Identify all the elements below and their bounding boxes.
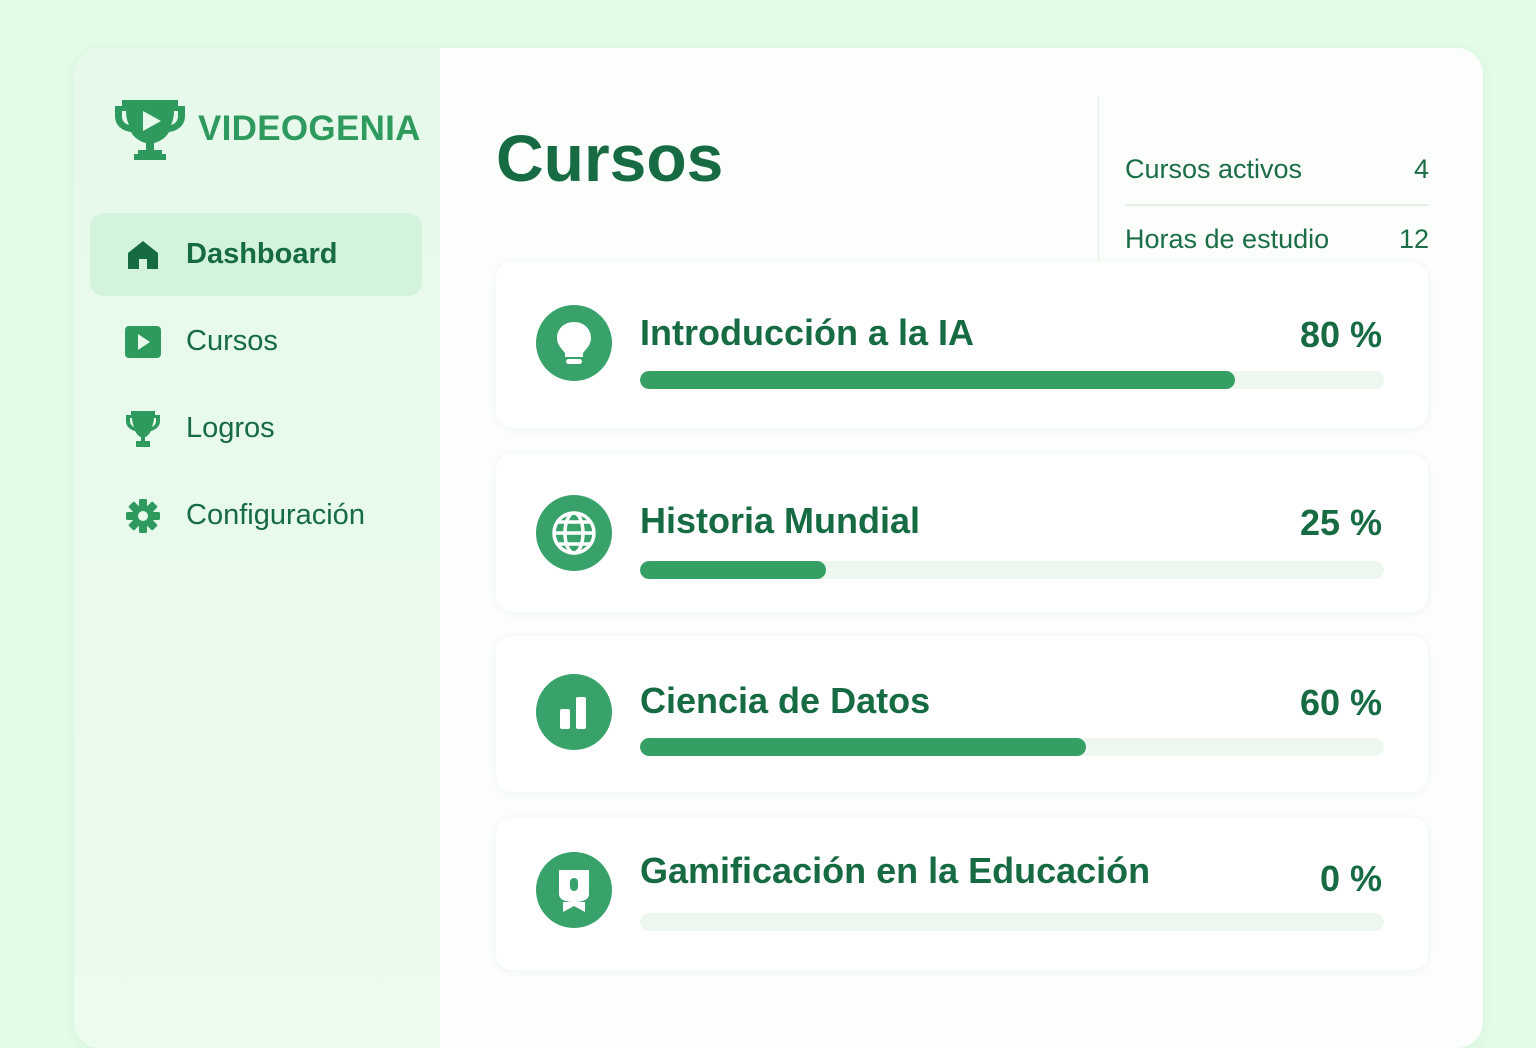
sidebar-item-label: Cursos <box>186 325 278 357</box>
trophy-icon <box>124 410 162 448</box>
stat-label: Horas de estudio <box>1125 224 1330 254</box>
brand[interactable]: VIDEOGENIA <box>114 96 421 162</box>
course-percent: 60 % <box>1299 682 1382 723</box>
sidebar-item-cursos[interactable]: Cursos <box>90 300 422 383</box>
stat-row-cursos-activos: Cursos activos 4 <box>1125 154 1429 185</box>
stats-divider <box>1125 204 1429 206</box>
app-window: VIDEOGENIA Dashboard Cursos Logros Confi… <box>74 48 1483 1048</box>
course-percent: 0 % <box>1319 858 1382 899</box>
progress-fill <box>640 738 1087 756</box>
play-square-icon <box>124 323 162 361</box>
sidebar-item-label: Dashboard <box>186 238 338 270</box>
sidebar-item-dashboard[interactable]: Dashboard <box>90 213 422 296</box>
stat-value: 4 <box>1413 154 1429 184</box>
course-title: Gamificación en la Educación <box>640 850 1151 891</box>
course-card[interactable]: Ciencia de Datos 60 % <box>496 636 1428 792</box>
course-card[interactable]: Historia Mundial 25 % <box>496 454 1428 612</box>
course-title: Ciencia de Datos <box>640 680 931 721</box>
progress-fill <box>640 561 826 579</box>
page-title: Cursos <box>496 121 724 195</box>
brand-name: VIDEOGENIA <box>198 109 421 148</box>
sidebar: VIDEOGENIA Dashboard Cursos Logros Confi… <box>74 48 440 1048</box>
trophy-play-icon <box>115 100 185 160</box>
home-icon <box>124 236 162 274</box>
stats-panel: Cursos activos 4 Horas de estudio 12 <box>1098 96 1429 261</box>
stat-value: 12 <box>1398 224 1429 254</box>
sidebar-item-logros[interactable]: Logros <box>90 387 422 470</box>
bar-chart-icon <box>536 674 612 750</box>
course-percent: 25 % <box>1299 502 1382 543</box>
course-title: Introducción a la IA <box>640 312 975 353</box>
course-percent: 80 % <box>1299 314 1382 355</box>
globe-icon <box>536 495 612 571</box>
stat-label: Cursos activos <box>1125 154 1303 184</box>
sidebar-item-label: Configuración <box>186 499 365 531</box>
progress-track <box>640 371 1384 389</box>
badge-icon <box>536 852 612 928</box>
course-card[interactable]: Introducción a la IA 80 % <box>496 262 1428 428</box>
progress-track <box>640 913 1384 931</box>
course-card[interactable]: Gamificación en la Educación 0 % <box>496 818 1428 970</box>
stat-row-horas-estudio: Horas de estudio 12 <box>1125 224 1429 255</box>
sidebar-item-label: Logros <box>186 412 275 444</box>
progress-fill <box>640 371 1236 389</box>
main-content: Cursos Cursos activos 4 Horas de estudio… <box>440 48 1483 1048</box>
sidebar-item-configuracion[interactable]: Configuración <box>90 474 422 557</box>
progress-track <box>640 561 1384 579</box>
gear-icon <box>124 497 162 535</box>
progress-track <box>640 738 1384 756</box>
lightbulb-icon <box>536 305 612 381</box>
course-title: Historia Mundial <box>640 500 921 541</box>
sidebar-nav: Dashboard Cursos Logros Configuración <box>90 213 422 561</box>
